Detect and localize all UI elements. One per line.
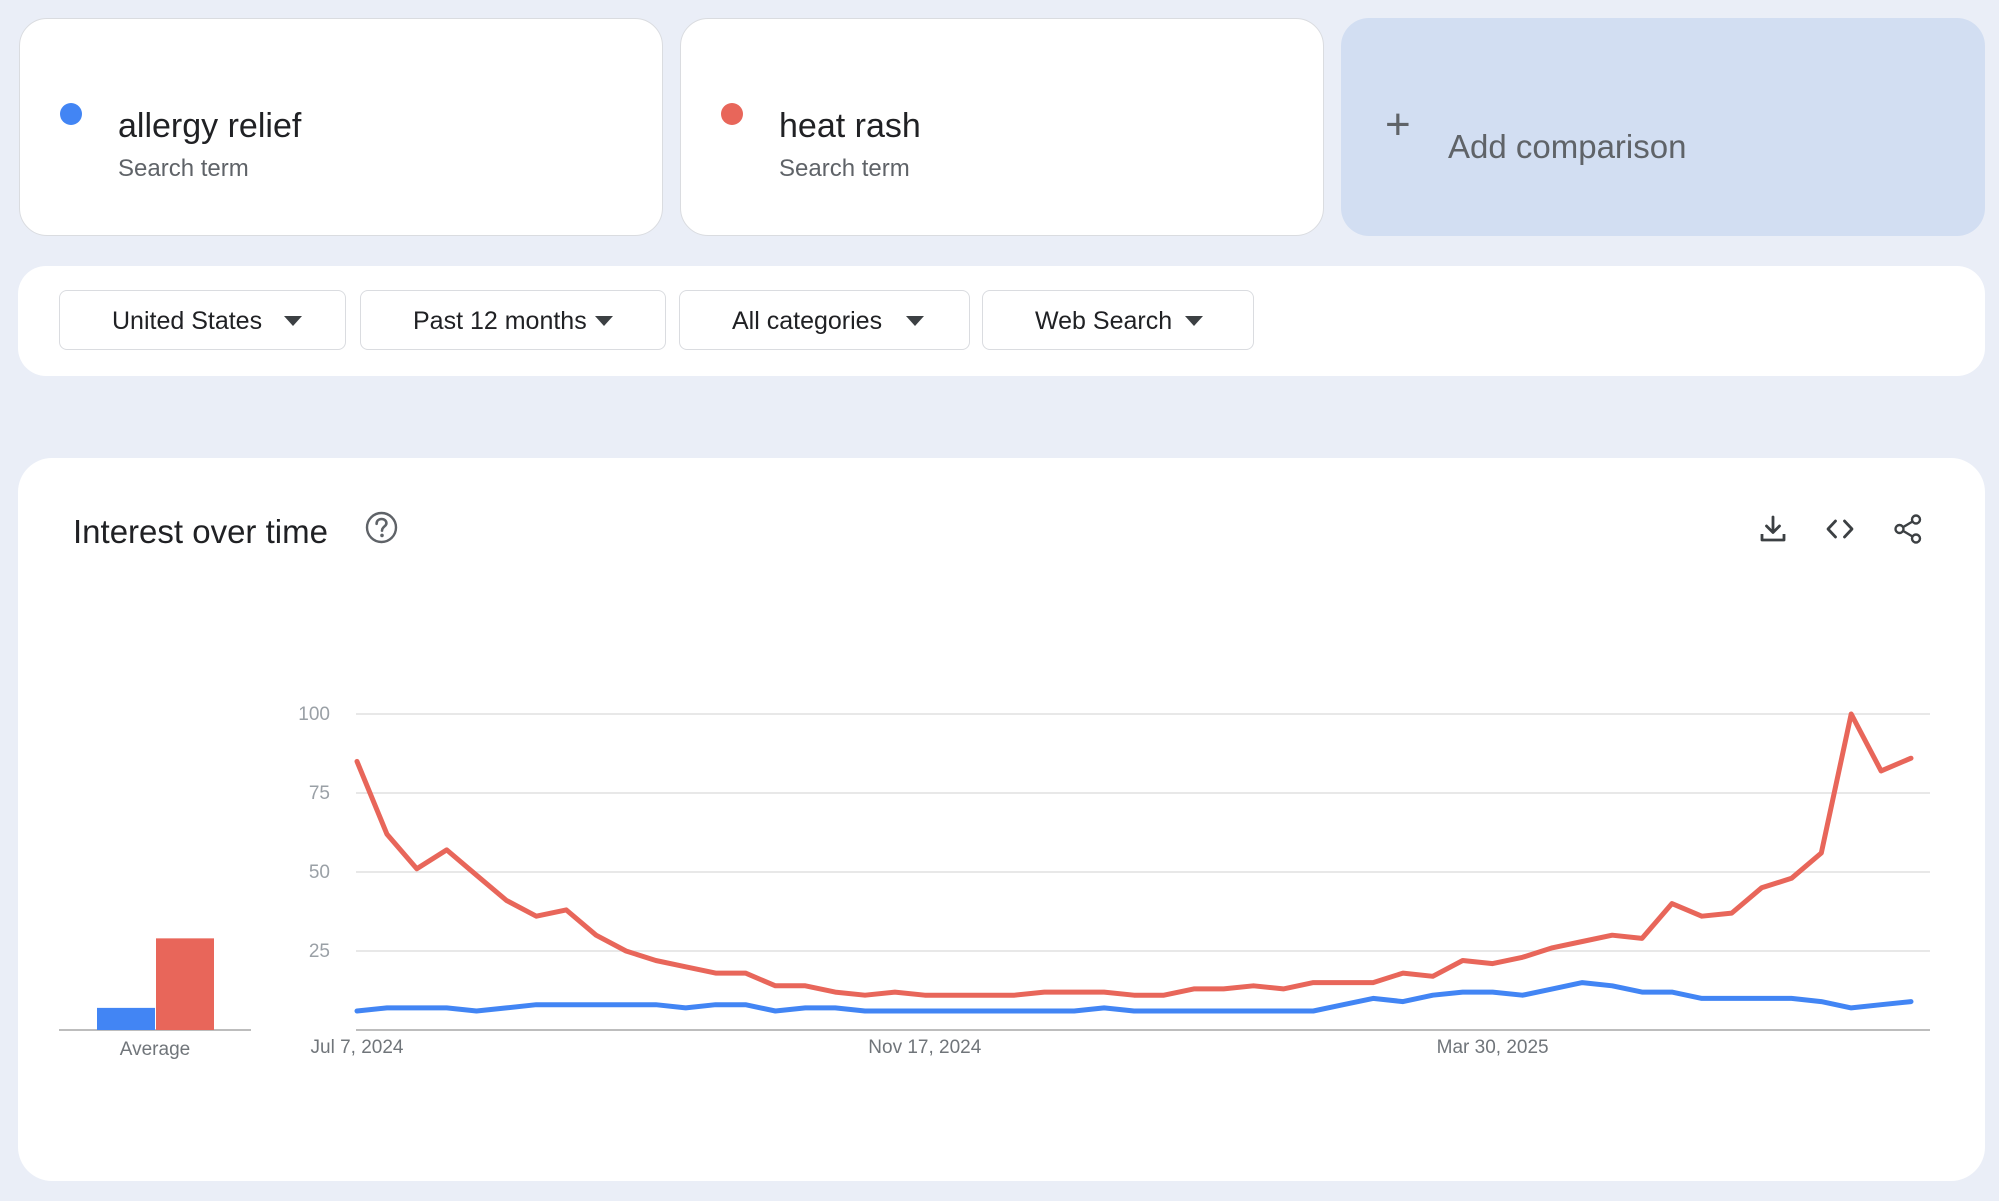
add-comparison-button[interactable]: + Add comparison: [1341, 18, 1985, 236]
category-label: All categories: [732, 307, 883, 335]
y-tick-label: 100: [298, 704, 330, 725]
average-bar: [97, 1007, 155, 1030]
y-tick-label: 75: [309, 783, 330, 804]
term-name: heat rash: [779, 107, 921, 145]
average-bars: Average: [59, 938, 251, 1060]
series-color-dot: [60, 103, 82, 125]
interest-chart: 25 50 75 100 Jul 7, 2024 Nov 17, 2024 Mar 30,…: [59, 704, 1930, 1060]
caret-down-icon: [284, 316, 302, 326]
x-tick-label: Nov 17, 2024: [868, 1037, 981, 1058]
y-tick-labels: 25 50 75 100: [298, 704, 330, 962]
filters-bar: United States Past 12 months All categor…: [18, 266, 1985, 376]
term-name: allergy relief: [118, 107, 302, 145]
caret-down-icon: [595, 316, 613, 326]
y-tick-label: 50: [309, 862, 330, 883]
series-lines: [354, 711, 1914, 1014]
average-bar: [156, 938, 214, 1030]
x-tick-label: Jul 7, 2024: [311, 1037, 404, 1058]
average-label: Average: [120, 1039, 190, 1060]
series-line: [354, 711, 1914, 998]
search-type-dropdown[interactable]: Web Search: [982, 290, 1254, 350]
chart-gridlines: [356, 713, 1930, 1031]
time-range-dropdown[interactable]: Past 12 months: [360, 290, 666, 350]
term-type: Search term: [779, 155, 910, 182]
search-type-label: Web Search: [1035, 307, 1173, 335]
add-comparison-label: Add comparison: [1448, 128, 1687, 165]
caret-down-icon: [906, 316, 924, 326]
time-range-label: Past 12 months: [413, 307, 587, 335]
interest-over-time-card: Interest over time 25 50 75 100 Jul 7, 2024…: [18, 458, 1985, 1181]
y-tick-label: 25: [309, 941, 330, 962]
category-dropdown[interactable]: All categories: [679, 290, 970, 350]
caret-down-icon: [1185, 316, 1203, 326]
series-color-dot: [721, 103, 743, 125]
region-dropdown[interactable]: United States: [59, 290, 346, 350]
term-card-allergy-relief[interactable]: allergy relief Search term: [19, 18, 663, 236]
x-tick-label: Mar 30, 2025: [1437, 1037, 1549, 1058]
term-type: Search term: [118, 155, 249, 182]
x-tick-labels: Jul 7, 2024 Nov 17, 2024 Mar 30, 2025: [311, 1037, 1549, 1058]
plus-icon: +: [1385, 100, 1411, 149]
region-label: United States: [112, 307, 263, 335]
term-card-heat-rash[interactable]: heat rash Search term: [680, 18, 1324, 236]
